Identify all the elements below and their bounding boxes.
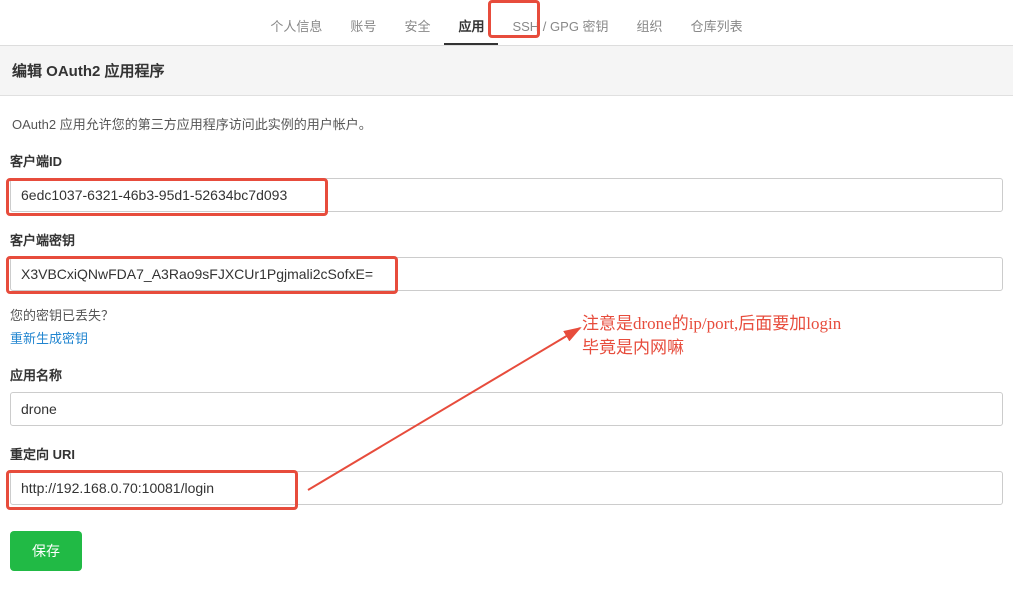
redirect-uri-input[interactable] [10, 471, 1003, 505]
nav-account[interactable]: 账号 [336, 8, 390, 45]
nav-orgs[interactable]: 组织 [623, 8, 677, 45]
client-secret-input[interactable] [10, 257, 1003, 291]
client-id-label: 客户端ID [10, 151, 1003, 170]
nav-repos[interactable]: 仓库列表 [677, 8, 757, 45]
nav-applications[interactable]: 应用 [444, 8, 498, 45]
client-id-input[interactable] [10, 178, 1003, 212]
app-name-input[interactable] [10, 392, 1003, 426]
settings-nav: 个人信息 账号 安全 应用 SSH / GPG 密钥 组织 仓库列表 [0, 0, 1013, 46]
regenerate-secret-link[interactable]: 重新生成密钥 [10, 328, 88, 347]
client-secret-label: 客户端密钥 [10, 230, 1003, 249]
nav-profile[interactable]: 个人信息 [256, 8, 336, 45]
nav-ssh-gpg[interactable]: SSH / GPG 密钥 [498, 8, 622, 45]
page-description: OAuth2 应用允许您的第三方应用程序访问此实例的用户帐户。 [10, 96, 1003, 151]
nav-security[interactable]: 安全 [390, 8, 444, 45]
secret-lost-text: 您的密钥已丢失？ [10, 305, 1003, 324]
redirect-uri-label: 重定向 URI [10, 444, 1003, 463]
save-button[interactable]: 保存 [10, 531, 82, 571]
page-title: 编辑 OAuth2 应用程序 [0, 46, 1013, 96]
app-name-label: 应用名称 [10, 365, 1003, 384]
